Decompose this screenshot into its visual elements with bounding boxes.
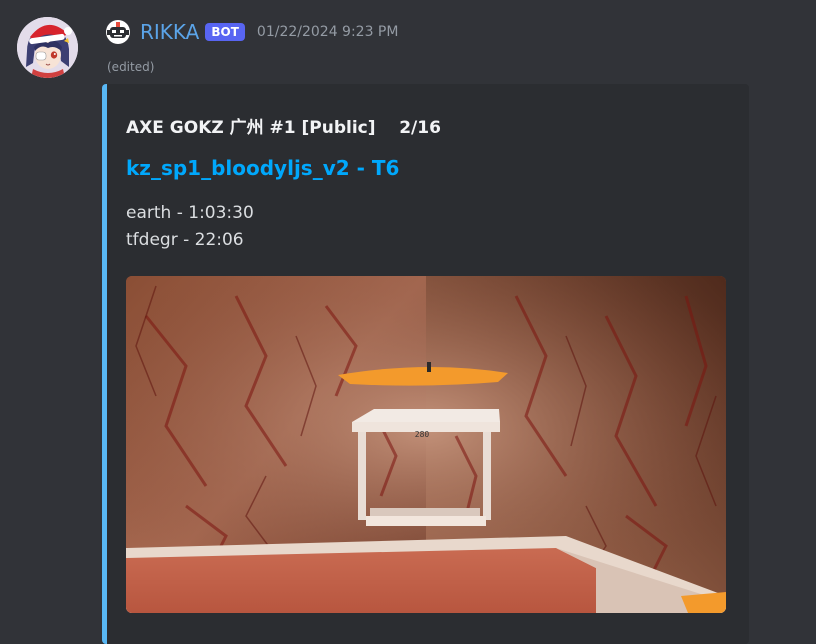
chat-message: RIKKA BOT 01/22/2024 9:23 PM (edited) AX…	[0, 0, 816, 644]
timestamp: 01/22/2024 9:23 PM	[256, 24, 399, 40]
embed-line-2: tfdegr - 22:06	[126, 230, 244, 250]
map-sign-number: 280	[415, 430, 430, 439]
embed-accent-bar	[102, 84, 107, 644]
bot-tag: BOT	[205, 23, 245, 41]
edited-label: (edited)	[107, 60, 155, 74]
avatar[interactable]	[17, 17, 78, 78]
robot-icon	[106, 20, 130, 44]
embed-link[interactable]: kz_sp1_bloodyljs_v2 - T6	[126, 156, 399, 180]
embed-line-1: earth - 1:03:30	[126, 203, 254, 223]
embed-image[interactable]: 280	[126, 276, 726, 613]
anime-girl-avatar-icon	[17, 17, 78, 78]
embed-card: AXE GOKZ 广州 #1 [Public] 2/16 kz_sp1_bloo…	[102, 84, 749, 644]
message-header: RIKKA BOT 01/22/2024 9:23 PM	[105, 17, 398, 47]
embed-title: AXE GOKZ 广州 #1 [Public] 2/16	[126, 118, 441, 138]
embed-description: earth - 1:03:30 tfdegr - 22:06	[126, 200, 254, 254]
game-screenshot: 280	[126, 276, 726, 613]
username[interactable]: RIKKA	[140, 20, 199, 44]
